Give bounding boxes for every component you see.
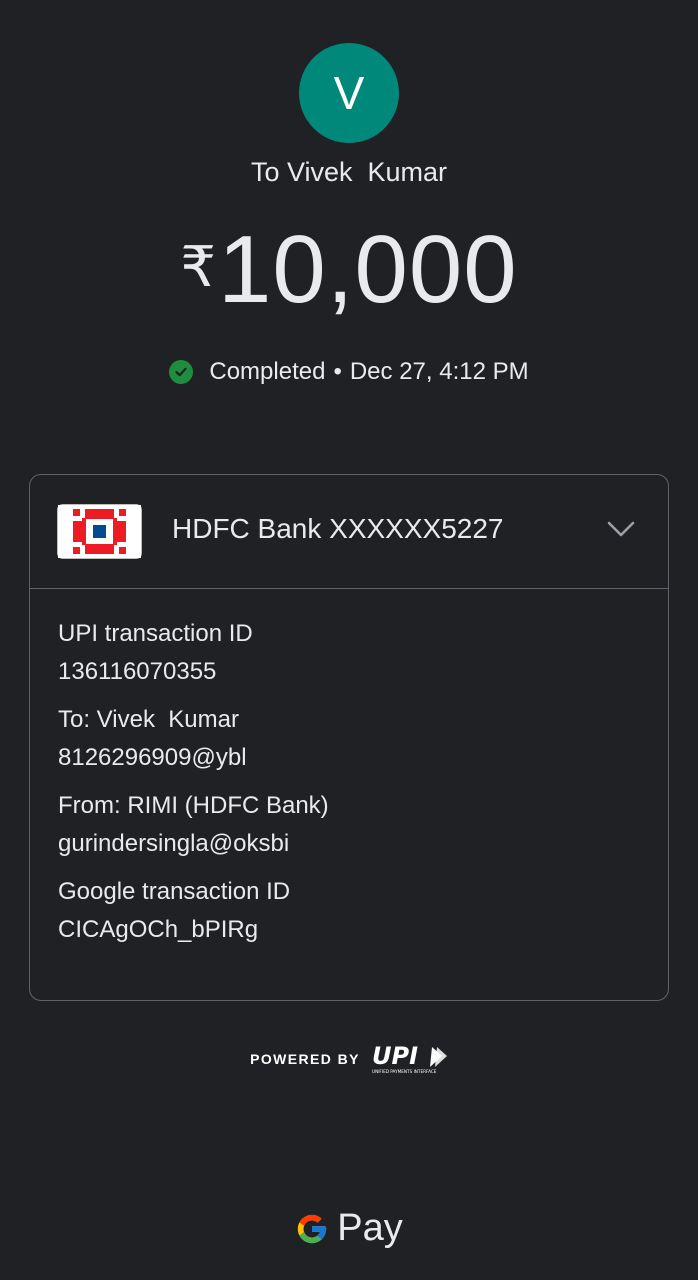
payment-amount: ₹ 10,000 [0, 222, 698, 318]
transaction-details-list: UPI transaction ID 136116070355 To: Vive… [30, 589, 668, 945]
transaction-details-screen: V To Vivek Kumar ₹ 10,000 Completed • De… [0, 0, 698, 1280]
detail-label: From: RIMI (HDFC Bank) [58, 792, 329, 819]
upi-logo: UPI UNIFIED PAYMENTS INTERFACE [372, 1043, 447, 1074]
recipient-name: To Vivek Kumar [250, 157, 448, 187]
currency-symbol: ₹ [180, 235, 216, 298]
gpay-brand-text: Pay [337, 1207, 403, 1249]
bank-account-name: HDFC Bank XXXXXX5227 [172, 513, 504, 544]
amount-value: 10,000 [218, 216, 518, 323]
status-text: Completed [209, 358, 326, 385]
status-datetime: Dec 27, 4:12 PM [349, 358, 529, 385]
upi-logo-text: UPI [372, 1043, 418, 1070]
detail-from: From: RIMI (HDFC Bank) gurindersingla@ok… [58, 791, 640, 859]
google-pay-logo: Pay [0, 1207, 698, 1250]
detail-value[interactable]: 8126296909@ybl [58, 743, 640, 773]
avatar-initial: V [333, 67, 365, 119]
google-g-icon [298, 1214, 327, 1243]
detail-value[interactable]: gurindersingla@oksbi [58, 829, 640, 859]
payment-status: Completed • Dec 27, 4:12 PM [0, 358, 698, 386]
detail-value[interactable]: CICAgOCh_bPIRg [58, 915, 640, 945]
recipient-avatar: V [299, 43, 399, 143]
detail-label: Google transaction ID [58, 878, 291, 905]
detail-label: To: Vivek Kumar [58, 706, 239, 733]
status-separator: • [333, 358, 342, 385]
detail-google-transaction-id: Google transaction ID CICAgOCh_bPIRg [58, 877, 640, 945]
powered-by-text: POWERED BY [250, 1051, 360, 1067]
upi-tagline: UNIFIED PAYMENTS INTERFACE [372, 1069, 437, 1074]
bank-account-row[interactable]: HDFC Bank XXXXXX5227 [30, 475, 668, 589]
hdfc-bank-logo [57, 504, 142, 559]
chevron-down-icon[interactable] [606, 519, 636, 539]
detail-value[interactable]: 136116070355 [58, 657, 640, 687]
detail-to: To: Vivek Kumar 8126296909@ybl [58, 705, 640, 773]
powered-by-upi: POWERED BY UPI UNIFIED PAYMENTS INTERFAC… [0, 1043, 698, 1075]
transaction-details-card: HDFC Bank XXXXXX5227 UPI transaction ID … [29, 474, 669, 1001]
check-circle-icon [169, 360, 194, 384]
detail-upi-transaction-id: UPI transaction ID 136116070355 [58, 619, 640, 687]
detail-label: UPI transaction ID [58, 620, 253, 647]
